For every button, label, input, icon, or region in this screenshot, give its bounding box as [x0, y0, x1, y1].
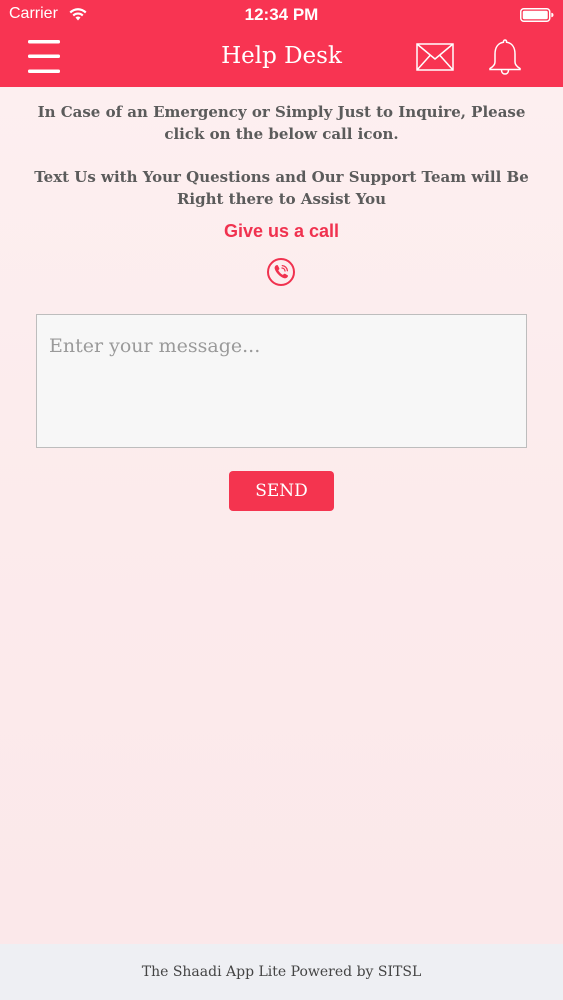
page-title: Help Desk [221, 43, 342, 69]
status-time: 12:34 PM [244, 5, 319, 24]
status-bar: Carrier 12:34 PM [0, 0, 563, 30]
battery-icon [520, 8, 554, 22]
help-desk-content: In Case of an Emergency or Simply Just t… [0, 87, 563, 944]
mail-icon[interactable] [416, 43, 454, 71]
app-header: Carrier 12:34 PM Help Desk [0, 0, 563, 87]
text-us-info-text: Text Us with Your Questions and Our Supp… [34, 168, 529, 208]
phone-icon[interactable] [266, 257, 296, 287]
bell-icon[interactable] [488, 38, 522, 76]
emergency-info-text: In Case of an Emergency or Simply Just t… [37, 103, 526, 143]
footer: The Shaadi App Lite Powered by SITSL [0, 944, 563, 1000]
give-us-a-call-link[interactable]: Give us a call [0, 221, 563, 242]
footer-text: The Shaadi App Lite Powered by SITSL [141, 964, 422, 980]
message-input[interactable] [36, 314, 527, 448]
send-button[interactable]: SEND [229, 471, 334, 511]
